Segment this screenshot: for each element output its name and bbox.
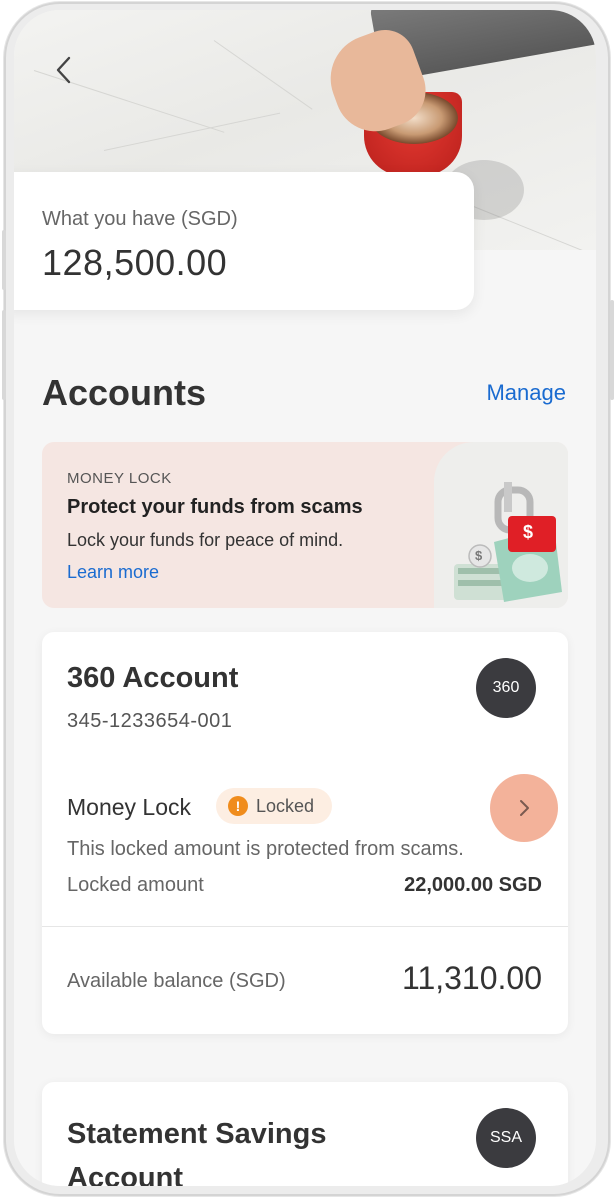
back-button[interactable] [44,50,84,90]
money-lock-description: This locked amount is protected from sca… [67,838,464,860]
account-number: 345-1233654-001 [67,710,233,732]
chevron-left-icon [56,56,71,84]
learn-more-link[interactable]: Learn more [67,562,159,583]
available-balance-label: Available balance (SGD) [67,970,286,992]
accounts-heading: Accounts [42,372,207,413]
locked-status-badge: ! Locked [216,788,333,824]
promo-kicker: MONEY LOCK [67,470,172,487]
total-balance-label: What you have (SGD) [42,208,238,230]
locked-amount-label: Locked amount [67,874,204,896]
locked-amount-value: 22,000.00 SGD [404,874,542,896]
divider [42,926,568,927]
phone-side-button [2,230,6,290]
money-lock-details-button[interactable] [490,774,558,842]
money-lock-title: Money Lock [67,794,192,820]
lock-dollar-glyph: $ [523,522,534,542]
padlock-money-icon: $ $ [434,442,568,608]
promo-title: Protect your funds from scams [67,496,363,518]
warning-icon: ! [228,796,248,816]
account-name: 360 Account [67,662,239,694]
locked-status-text: Locked [256,795,315,816]
coin-dollar-glyph: $ [475,548,483,563]
money-lock-promo-banner[interactable]: MONEY LOCK Protect your funds from scams… [42,442,568,608]
phone-side-button [610,300,614,400]
account-name: Statement Savings Account [67,1118,327,1186]
total-balance-card: What you have (SGD) 128,500.00 [14,172,474,310]
total-balance-value: 128,500.00 [42,242,228,283]
app-screen: What you have (SGD) 128,500.00 Accounts … [14,10,596,1186]
phone-side-button [2,310,6,400]
promo-description: Lock your funds for peace of mind. [67,530,344,550]
manage-link[interactable]: Manage [486,380,566,406]
account-card-360[interactable]: 360 Account 345-1233654-001 360 Money Lo… [42,632,568,1034]
account-card-ssa[interactable]: Statement Savings Account SSA [42,1082,568,1186]
chevron-right-icon [520,800,529,816]
available-balance-value: 11,310.00 [402,960,542,996]
account-badge: SSA [476,1108,536,1168]
account-badge: 360 [476,658,536,718]
